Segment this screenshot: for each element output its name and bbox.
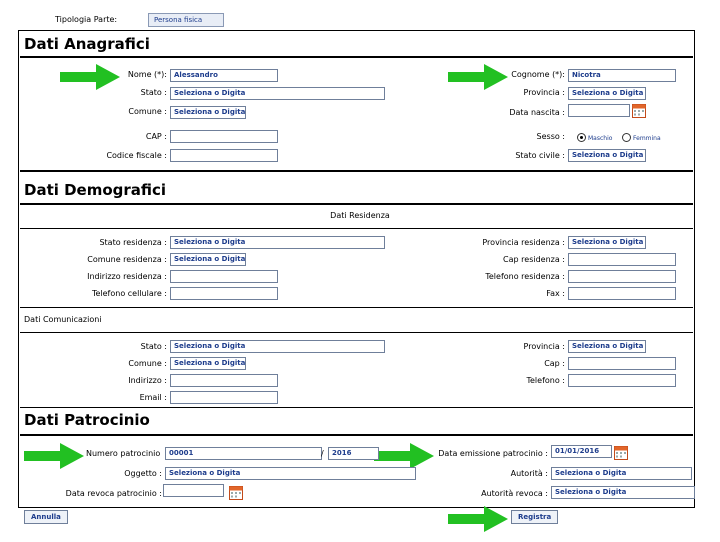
fax-input[interactable] (568, 287, 676, 300)
residenza-heading: Dati Residenza (330, 211, 390, 220)
anagrafici-title: Dati Anagrafici (24, 35, 150, 53)
data-emissione-label: Data emissione patrocinio : (438, 449, 548, 458)
calendar-icon[interactable] (632, 103, 646, 118)
provincia-residenza-label: Provincia residenza : (482, 238, 565, 247)
stato-select[interactable]: Seleziona o Digita (170, 87, 385, 100)
stato-label: Stato : (140, 88, 167, 97)
calendar-icon[interactable] (614, 445, 628, 460)
oggetto-select[interactable]: Seleziona o Digita (165, 467, 416, 480)
telefono-residenza-label: Telefono residenza : (485, 272, 565, 281)
data-revoca-input[interactable] (163, 484, 224, 497)
cellulare-label: Telefono cellulare : (91, 289, 167, 298)
numero-patrocinio-input[interactable]: 00001 (165, 447, 322, 460)
demografici-title: Dati Demografici (24, 181, 167, 199)
provincia-residenza-select[interactable]: Seleziona o Digita (568, 236, 646, 249)
com-indirizzo-label: Indirizzo : (128, 376, 167, 385)
tipologia-value[interactable]: Persona fisica (148, 13, 224, 27)
fax-label: Fax : (546, 289, 565, 298)
com-cap-label: Cap : (544, 359, 565, 368)
data-nascita-label: Data nascita : (509, 108, 565, 117)
stato-civile-select[interactable]: Seleziona o Digita (568, 149, 646, 162)
com-cap-input[interactable] (568, 357, 676, 370)
cognome-label: Cognome (*): (511, 70, 565, 79)
com-provincia-label: Provincia : (523, 342, 565, 351)
nome-label: Nome (*): (127, 70, 167, 79)
green-arrow-icon (374, 443, 434, 469)
registra-button[interactable]: Registra (511, 510, 559, 524)
indirizzo-residenza-input[interactable] (170, 270, 278, 283)
com-telefono-input[interactable] (568, 374, 676, 387)
cap-residenza-label: Cap residenza : (503, 255, 565, 264)
provincia-label: Provincia : (523, 88, 565, 97)
provincia-select[interactable]: Seleziona o Digita (568, 87, 646, 100)
data-emissione-input[interactable]: 01/01/2016 (551, 445, 612, 458)
cap-input[interactable] (170, 130, 278, 143)
com-comune-label: Comune : (128, 359, 167, 368)
comune-label: Comune : (128, 107, 167, 116)
autorita-revoca-select[interactable]: Seleziona o Digita (551, 486, 695, 499)
nome-input[interactable]: Alessandro (170, 69, 278, 82)
green-arrow-icon (24, 443, 84, 469)
comune-residenza-label: Comune residenza : (87, 255, 167, 264)
divider (20, 434, 693, 436)
autorita-select[interactable]: Seleziona o Digita (551, 467, 692, 480)
numero-patrocinio-label: Numero patrocinio (86, 449, 161, 458)
com-stato-label: Stato : (140, 342, 167, 351)
form-frame (18, 30, 695, 508)
sesso-femmina-radio[interactable] (622, 133, 631, 142)
data-nascita-input[interactable] (568, 104, 630, 117)
sesso-maschio-radio[interactable] (577, 133, 586, 142)
green-arrow-icon (448, 506, 508, 532)
annulla-button[interactable]: Annulla (24, 510, 68, 524)
codice-fiscale-label: Codice fiscale : (106, 151, 167, 160)
tipologia-label: Tipologia Parte: (55, 15, 118, 24)
anno-patrocinio-input[interactable]: 2016 (328, 447, 379, 460)
autorita-label: Autorità : (510, 469, 548, 478)
patrocinio-title: Dati Patrocinio (24, 411, 150, 429)
divider (20, 203, 693, 205)
green-arrow-icon (60, 64, 120, 90)
com-comune-select[interactable]: Seleziona o Digita (170, 357, 246, 370)
telefono-residenza-input[interactable] (568, 270, 676, 283)
divider (20, 332, 693, 333)
sesso-femmina-label: Femmina (633, 135, 661, 142)
codice-fiscale-input[interactable] (170, 149, 278, 162)
com-stato-select[interactable]: Seleziona o Digita (170, 340, 385, 353)
comune-residenza-select[interactable]: Seleziona o Digita (170, 253, 246, 266)
stato-civile-label: Stato civile : (515, 151, 565, 160)
comune-select[interactable]: Seleziona o Digita (170, 106, 246, 119)
stato-residenza-select[interactable]: Seleziona o Digita (170, 236, 385, 249)
com-email-input[interactable] (170, 391, 278, 404)
calendar-icon[interactable] (229, 485, 243, 500)
cap-residenza-input[interactable] (568, 253, 676, 266)
sesso-maschio-label: Maschio (588, 135, 613, 142)
indirizzo-residenza-label: Indirizzo residenza : (87, 272, 167, 281)
cellulare-input[interactable] (170, 287, 278, 300)
com-provincia-select[interactable]: Seleziona o Digita (568, 340, 646, 353)
cognome-input[interactable]: Nicotra (568, 69, 676, 82)
data-revoca-label: Data revoca patrocinio : (65, 489, 162, 498)
green-arrow-icon (448, 64, 508, 90)
divider (20, 170, 693, 172)
oggetto-label: Oggetto : (124, 469, 162, 478)
divider (20, 407, 693, 408)
com-indirizzo-input[interactable] (170, 374, 278, 387)
divider (20, 56, 693, 58)
numero-separator: / (321, 449, 324, 458)
sesso-label: Sesso : (536, 132, 565, 141)
com-telefono-label: Telefono : (526, 376, 565, 385)
autorita-revoca-label: Autorità revoca : (481, 489, 548, 498)
cap-label: CAP : (145, 132, 167, 141)
comunicazioni-heading: Dati Comunicazioni (24, 315, 102, 324)
com-email-label: Email : (139, 393, 167, 402)
divider (20, 228, 693, 229)
divider (20, 307, 693, 308)
stato-residenza-label: Stato residenza : (99, 238, 167, 247)
